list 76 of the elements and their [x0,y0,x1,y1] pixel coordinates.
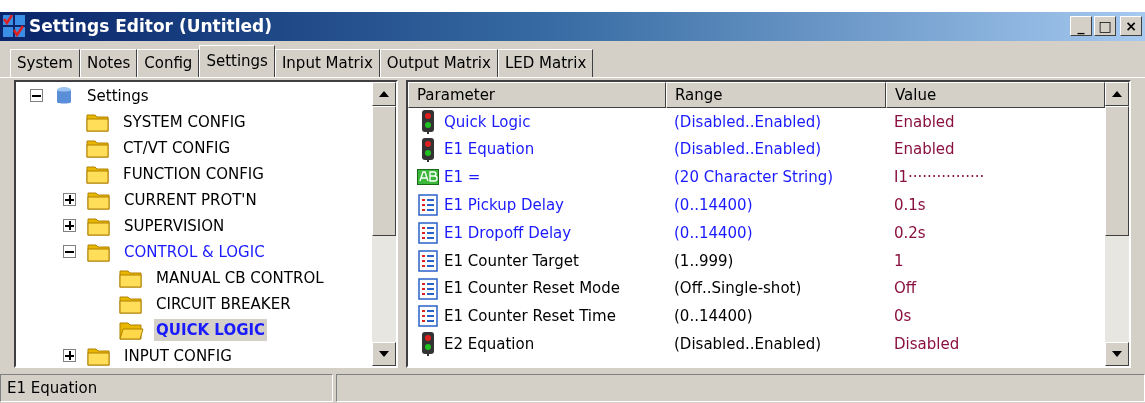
tree-item[interactable]: Settings [85,84,151,108]
parameter-cell[interactable]: Quick Logic [444,110,531,134]
scroll-thumb[interactable] [372,105,396,236]
scroll-thumb[interactable] [1105,105,1129,236]
tree-item[interactable]: CONTROL & LOGIC [122,240,267,264]
expand-toggle[interactable] [63,219,76,233]
value-cell[interactable]: 0s [886,305,1105,328]
collapse-toggle[interactable] [30,89,43,103]
range-cell-text: (0..14400) [673,194,754,216]
scroll-down-icon[interactable] [1105,341,1129,366]
tab[interactable]: Notes [79,48,138,77]
parameter-cell[interactable]: E1 Counter Reset Time [444,305,616,328]
range-cell-text: (20 Character String) [673,167,835,189]
scroll-up-icon[interactable] [1105,81,1129,106]
tree-item[interactable]: SUPERVISION [122,214,227,238]
range-cell-text: (0..14400) [673,306,754,328]
parameter-cell[interactable]: E1 Counter Reset Mode [444,277,621,300]
expand-toggle[interactable] [63,349,76,363]
scrollbar[interactable] [1105,81,1129,366]
tab[interactable]: Input Matrix [274,48,380,77]
scroll-up-icon[interactable] [372,81,396,106]
range-cell-text: (Disabled..Enabled) [673,333,823,355]
range-cell-text: (0..14400) [673,222,754,244]
scrollbar[interactable] [372,81,396,366]
value-cell[interactable]: Off [886,277,1105,300]
maximize-button[interactable]: □ [1094,16,1116,37]
parameter-cell[interactable]: E1 = [444,166,481,189]
parameter-cell[interactable]: E1 Dropoff Delay [444,221,572,245]
parameter-cell[interactable]: E2 Equation [444,332,535,356]
tree-item[interactable]: CT/VT CONFIG [121,136,233,160]
tab[interactable]: Config [137,48,200,77]
value-cell[interactable]: Enabled [886,110,1105,134]
parameter-cell[interactable]: E1 Equation [444,138,535,161]
list-icon [418,277,438,300]
range-cell-text: (Disabled..Enabled) [673,111,823,133]
tree-item[interactable]: QUICK LOGIC [154,318,268,342]
tab[interactable]: LED Matrix [497,48,594,77]
traffic-light-icon [421,332,435,357]
minimize-button[interactable]: _ [1070,16,1092,37]
tree-item[interactable]: MANUAL CB CONTROL [154,266,326,290]
tab[interactable]: Settings [199,44,275,77]
value-cell[interactable]: I1················ [886,166,1105,189]
close-button[interactable]: × [1120,16,1142,37]
tab[interactable]: System [10,48,80,77]
range-cell-text: (Off..Single-shot) [673,278,803,300]
traffic-light-icon [421,137,435,162]
column-header[interactable]: Parameter [408,81,666,108]
tree-item[interactable]: FUNCTION CONFIG [121,162,266,186]
value-cell[interactable]: 1 [886,249,1105,273]
list-icon [418,194,438,217]
list-icon [418,222,438,244]
list-icon [418,305,438,328]
list-icon [418,249,438,272]
scroll-down-icon[interactable] [372,341,396,366]
window-title: Settings Editor (Untitled) [29,14,272,38]
tree-item[interactable]: INPUT CONFIG [122,344,234,366]
text-field-icon [417,169,439,186]
range-cell-text: (1..999) [673,250,735,272]
tree-item[interactable]: CIRCUIT BREAKER [154,292,293,316]
parameter-cell[interactable]: E1 Pickup Delay [444,193,564,217]
column-header[interactable]: Value [886,81,1105,108]
tree-item[interactable]: SYSTEM CONFIG [121,110,248,134]
tree-item[interactable]: CURRENT PROT'N [122,188,259,212]
traffic-light-icon [421,109,435,134]
app-icon [3,15,25,38]
status-text: E1 Equation [0,374,333,402]
value-cell[interactable]: 0.2s [886,221,1105,245]
value-cell[interactable]: Disabled [886,332,1105,356]
value-cell[interactable]: 0.1s [886,193,1105,217]
value-cell[interactable]: Enabled [886,138,1105,161]
range-cell-text: (Disabled..Enabled) [673,139,823,161]
expand-toggle[interactable] [63,193,76,207]
tab[interactable]: Output Matrix [379,48,498,77]
parameter-cell[interactable]: E1 Counter Target [444,249,579,273]
collapse-toggle[interactable] [63,245,76,259]
column-header[interactable]: Range [666,81,886,108]
